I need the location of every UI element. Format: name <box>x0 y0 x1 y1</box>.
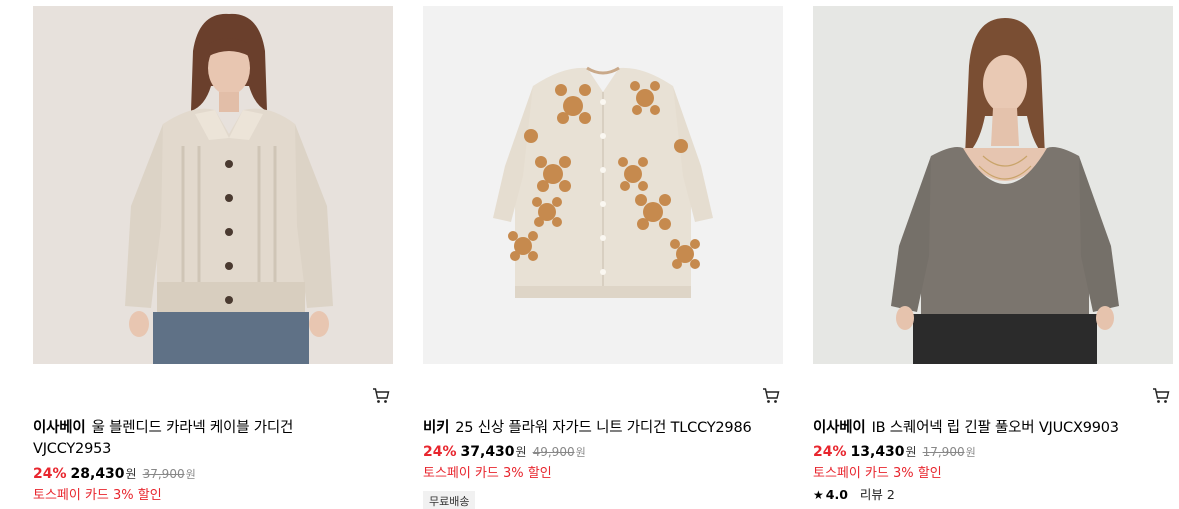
discount-rate: 24% <box>423 444 457 460</box>
product-title[interactable]: 이사베이 IB 스퀘어넥 립 긴팔 풀오버 VJUCX9903 <box>813 418 1173 439</box>
product-title[interactable]: 이사베이 울 블렌디드 카라넥 케이블 가디건 VJCCY2953 <box>33 418 393 460</box>
sale-price: 37,430 <box>460 444 515 460</box>
review-count[interactable]: 리뷰 2 <box>860 487 895 502</box>
promo-text: 토스페이 카드 3% 할인 <box>423 466 552 481</box>
shopping-cart-icon[interactable] <box>762 388 780 404</box>
original-price: 17,900 <box>922 445 965 459</box>
price-row: 24% 37,430원 49,900원 <box>423 443 586 460</box>
product-name[interactable]: 25 신상 플라워 자가드 니트 가디건 TLCCY2986 <box>455 420 751 436</box>
product-card[interactable]: 이사베이 울 블렌디드 카라넥 케이블 가디건 VJCCY2953 24% 28,4… <box>33 6 393 503</box>
discount-rate: 24% <box>33 466 67 482</box>
brand-name[interactable]: 이사베이 <box>813 420 866 436</box>
original-currency: 원 <box>575 446 586 459</box>
product-image[interactable] <box>33 6 393 364</box>
promo-text: 토스페이 카드 3% 할인 <box>813 466 942 481</box>
shopping-cart-icon[interactable] <box>372 388 390 404</box>
sale-price: 13,430 <box>850 444 905 460</box>
product-title[interactable]: 비키 25 신상 플라워 자가드 니트 가디건 TLCCY2986 <box>423 418 783 439</box>
currency: 원 <box>905 445 917 459</box>
sale-price: 28,430 <box>70 466 125 482</box>
shopping-cart-icon[interactable] <box>1152 388 1170 404</box>
product-code[interactable]: VJCCY2953 <box>33 441 111 457</box>
discount-rate: 24% <box>813 444 847 460</box>
rating-row: ★ 4.0 리뷰 2 <box>813 484 895 503</box>
original-currency: 원 <box>965 446 976 459</box>
product-name[interactable]: 울 블렌디드 카라넥 케이블 가디건 <box>92 420 294 436</box>
product-card[interactable]: 이사베이 IB 스퀘어넥 립 긴팔 풀오버 VJUCX9903 24% 13,430… <box>813 6 1173 502</box>
currency: 원 <box>515 445 527 459</box>
brand-name[interactable]: 이사베이 <box>33 420 86 436</box>
rating-score: 4.0 <box>825 487 848 502</box>
original-price: 37,900 <box>142 467 185 481</box>
promo-text: 토스페이 카드 3% 할인 <box>33 488 162 503</box>
product-name[interactable]: IB 스퀘어넥 립 긴팔 풀오버 VJUCX9903 <box>872 420 1119 436</box>
product-image[interactable] <box>423 6 783 364</box>
original-currency: 원 <box>185 468 196 481</box>
product-card[interactable]: 비키 25 신상 플라워 자가드 니트 가디건 TLCCY2986 24% 37,4… <box>423 6 783 509</box>
free-shipping-badge: 무료배송 <box>423 491 476 509</box>
price-row: 24% 28,430원 37,900원 <box>33 465 196 482</box>
star-icon: ★ <box>813 488 824 502</box>
currency: 원 <box>125 467 137 481</box>
brand-name[interactable]: 비키 <box>423 420 449 436</box>
original-price: 49,900 <box>532 445 575 459</box>
price-row: 24% 13,430원 17,900원 <box>813 443 976 460</box>
product-image[interactable] <box>813 6 1173 364</box>
